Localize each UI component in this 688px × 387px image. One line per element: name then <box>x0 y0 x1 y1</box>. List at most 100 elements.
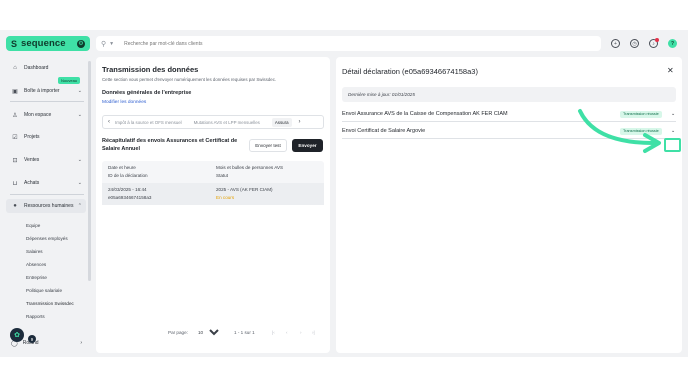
sidebar-item-dashboard[interactable]: ⌂ Dashboard <box>6 61 86 75</box>
sidebar-item-inbox[interactable]: ▣ Boîte à importer ⌄ <box>6 84 86 98</box>
column-header-id: ID de la déclaration <box>108 173 148 178</box>
section-title: Données générales de l'entreprise <box>102 90 192 96</box>
tab-insurance[interactable]: Assura <box>271 117 292 127</box>
sidebar-sub-item[interactable]: Salaires <box>26 249 43 254</box>
check-icon: ☑ <box>12 134 18 141</box>
table-cell: 24/03/2025 - 16:44 e05a69346674158a3 <box>108 186 151 202</box>
sidebar-sub-item-active[interactable]: Transmission Swissdec <box>26 301 74 306</box>
inbox-icon: ▣ <box>12 88 18 95</box>
home-icon: ⌂ <box>13 65 17 71</box>
sidebar-sub-item[interactable]: Politique salariale <box>26 288 62 293</box>
row-id: e05a69346674158a3 <box>108 195 152 200</box>
person-icon: ● <box>13 203 17 209</box>
sidebar-sub-item[interactable]: Rapports <box>26 314 45 319</box>
send-button[interactable]: Envoyer <box>292 139 323 152</box>
chevron-up-icon: ⌃ <box>77 203 82 209</box>
divider <box>10 101 84 102</box>
chevron-down-icon: ⌄ <box>77 112 82 118</box>
panel-title: Détail déclaration (e05a69346674158a3) <box>342 67 478 76</box>
item-label: Envoi Certificat de Salaire Argovie <box>342 128 426 134</box>
sidebar-item-label: Mon espace <box>24 112 52 118</box>
row-date: 24/03/2025 - 16:44 <box>108 187 147 192</box>
tab-bar: ‹ Impôt à la source et OFS mensuel Mutat… <box>102 115 324 129</box>
next-page-icon[interactable]: › <box>300 330 302 335</box>
last-update: Dernière mise à jour: 01/01/2025 <box>342 87 676 102</box>
declaration-detail-panel: Détail déclaration (e05a69346674158a3) ✕… <box>336 57 682 353</box>
chevron-down-icon: ⌄ <box>77 88 82 94</box>
sidebar-item-purchases[interactable]: ⊔ Achats ⌄ <box>6 176 86 190</box>
column-header-period: Mois et bulles de personnes AVS <box>216 165 284 170</box>
chevron-down-icon: ⌄ <box>77 157 82 163</box>
sidebar-item-label: Dashboard <box>24 65 49 71</box>
highlight-box <box>664 138 681 152</box>
logo-mark-icon: S <box>11 38 18 49</box>
last-page-icon[interactable]: ›| <box>312 330 315 335</box>
brand-name: sequence <box>21 38 66 49</box>
notification-dot <box>655 38 659 42</box>
transmission-panel: Transmission des données Cette section v… <box>96 57 330 353</box>
sidebar-item-hr[interactable]: ● Ressources humaines ⌃ <box>6 199 86 213</box>
help-icon[interactable]: ? <box>668 39 677 48</box>
item-label: Envoi Assurance AVS de la Caisse de Comp… <box>342 111 508 117</box>
sidebar-sub-item[interactable]: Equipe <box>26 223 40 228</box>
clock-icon[interactable]: ◷ <box>630 39 639 48</box>
sidebar-item-label: Boîte à importer <box>24 88 60 94</box>
person-icon: ♙ <box>12 112 18 119</box>
assistant-count-badge: 9 <box>28 335 36 343</box>
lock-icon: ⊡ <box>12 157 18 164</box>
brand-logo[interactable]: S sequence ⚙ <box>6 36 90 51</box>
sidebar-item-label: Achats <box>24 180 40 186</box>
search-bar[interactable]: ⚲ ▼ <box>96 36 601 51</box>
sidebar-item-my-space[interactable]: ♙ Mon espace ⌄ <box>6 108 86 122</box>
assistant-icon[interactable]: ✿ <box>10 328 24 342</box>
sidebar-item-sales[interactable]: ⊡ Ventes ⌄ <box>6 153 86 167</box>
column-header: Date et heure ID de la déclaration <box>108 164 148 180</box>
status-badge: En cours <box>216 195 235 200</box>
recap-title: Récapitulatif des envois Assurances et C… <box>102 138 238 152</box>
gear-icon[interactable]: ⚙ <box>77 39 85 48</box>
sidebar-item-label: Projets <box>24 134 40 140</box>
close-icon[interactable]: ✕ <box>667 66 674 75</box>
divider <box>10 194 84 195</box>
search-input[interactable] <box>124 40 425 47</box>
chevron-right-icon: › <box>80 340 82 346</box>
chevron-down-icon: ⌄ <box>77 180 82 186</box>
app-window: S sequence ⚙ ⚲ ▼ + ◷ ♪ ? ⌂ Dashboard Nou… <box>0 30 688 357</box>
edit-data-link[interactable]: Modifier les données <box>102 100 146 105</box>
add-icon[interactable]: + <box>611 39 620 48</box>
column-header-date: Date et heure <box>108 165 136 170</box>
sidebar: ⌂ Dashboard Nouveau ▣ Boîte à importer ⌄… <box>6 57 91 353</box>
page-title: Transmission des données <box>102 65 199 74</box>
table-row[interactable]: 24/03/2025 - 16:44 e05a69346674158a3 202… <box>102 183 324 205</box>
sidebar-sub-item[interactable]: Dépenses employés <box>26 236 68 241</box>
pagination: Par page: 10 1 - 1 sur 1 |‹ ‹ › ›| <box>102 329 324 340</box>
annotation-arrow-icon <box>578 109 661 153</box>
bell-icon[interactable]: ♪ <box>649 38 659 48</box>
page-range: 1 - 1 sur 1 <box>234 330 255 335</box>
bag-icon: ⊔ <box>12 180 18 187</box>
column-header: Mois et bulles de personnes AVS Statut <box>216 164 283 180</box>
page-description: Cette section vous permet d'envoyer numé… <box>102 77 277 82</box>
tab-avs-mutations[interactable]: Mutations AVS et LPP mensuelles <box>194 120 260 125</box>
chevron-right-icon[interactable]: › <box>294 119 306 125</box>
first-page-icon[interactable]: |‹ <box>272 330 275 335</box>
sidebar-item-label: Ressources humaines <box>24 203 74 209</box>
table-header: Date et heure ID de la déclaration Mois … <box>102 161 324 183</box>
per-page-select[interactable]: 10 <box>194 329 222 336</box>
sidebar-item-projects[interactable]: ☑ Projets <box>6 130 86 144</box>
per-page-label: Par page: <box>168 330 188 335</box>
sidebar-item-label: Ventes <box>24 157 40 163</box>
chevron-down-icon[interactable]: ▼ <box>109 41 114 47</box>
prev-page-icon[interactable]: ‹ <box>286 330 288 335</box>
column-header-status: Statut <box>216 173 229 178</box>
new-badge: Nouveau <box>58 77 81 84</box>
tab-source-tax[interactable]: Impôt à la source et OFS mensuel <box>115 120 182 125</box>
table-cell: 2025 - AVS (AK FER CIAM) En cours <box>216 186 273 202</box>
search-icon: ⚲ <box>101 40 107 48</box>
sidebar-sub-item[interactable]: Entreprise <box>26 275 47 280</box>
chevron-left-icon[interactable]: ‹ <box>103 119 115 125</box>
row-period: 2025 - AVS (AK FER CIAM) <box>216 187 273 192</box>
send-test-button[interactable]: Envoyer test <box>249 139 287 152</box>
sidebar-sub-item[interactable]: Absences <box>26 262 46 267</box>
sidebar-scrollbar[interactable] <box>88 61 91 281</box>
